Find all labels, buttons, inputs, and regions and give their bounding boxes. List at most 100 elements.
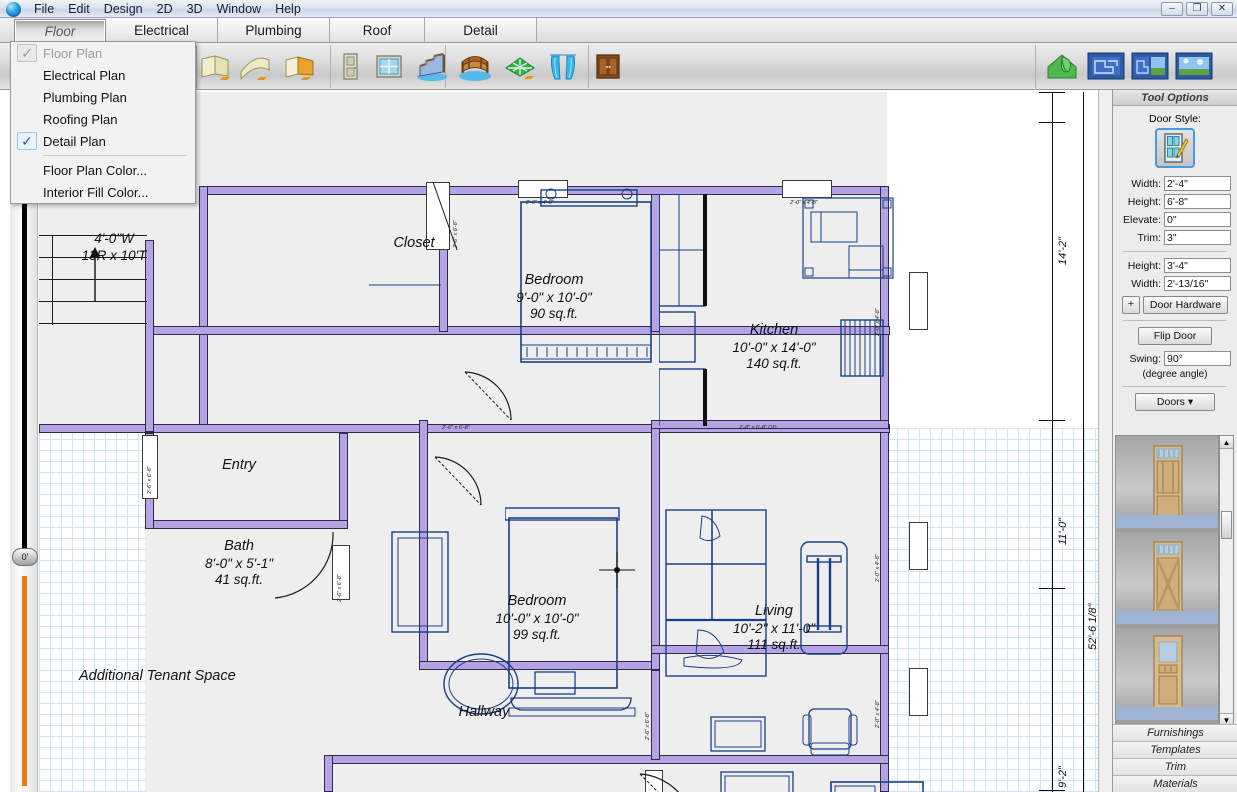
green-house-icon[interactable] bbox=[1042, 47, 1082, 87]
panel-height-row: Height: 3'-4" bbox=[1119, 258, 1231, 273]
tab-plumbing[interactable]: Plumbing bbox=[218, 18, 330, 42]
gallery-scroll-up-button[interactable]: ▲ bbox=[1220, 436, 1233, 449]
wall-bath-right[interactable] bbox=[339, 433, 348, 529]
plan-drawing-area[interactable]: Up 4'-0"W 13R x 10'T Closet Bedroom 9'-0… bbox=[39, 90, 1112, 792]
view-3d-icon[interactable] bbox=[1174, 47, 1214, 87]
menu-design[interactable]: Design bbox=[97, 1, 150, 17]
category-tab-furnishings[interactable]: Furnishings bbox=[1113, 724, 1237, 741]
furniture-headboard[interactable] bbox=[505, 504, 623, 524]
door-trim-input[interactable]: 3" bbox=[1164, 230, 1231, 245]
restore-button[interactable]: ❐ bbox=[1186, 2, 1208, 16]
category-tab-trim[interactable]: Trim bbox=[1113, 758, 1237, 775]
menu-item-detail-plan[interactable]: ✓ Detail Plan bbox=[11, 130, 195, 152]
wall-lower-center[interactable] bbox=[651, 670, 660, 760]
furniture-armchair[interactable] bbox=[801, 705, 859, 763]
category-tab-materials[interactable]: Materials bbox=[1113, 775, 1237, 792]
door-thumbnail-item[interactable] bbox=[1116, 532, 1218, 628]
view-2d-plan-icon[interactable] bbox=[1086, 47, 1126, 87]
window-tool-icon[interactable] bbox=[369, 47, 409, 87]
menu-item-roofing-plan[interactable]: Roofing Plan bbox=[11, 108, 195, 130]
panel-divider bbox=[1123, 251, 1227, 252]
curtain-tool-icon[interactable] bbox=[543, 47, 583, 87]
menu-item-label: Floor Plan bbox=[43, 45, 103, 61]
menu-item-label: Roofing Plan bbox=[43, 111, 118, 127]
wall-tool-icon[interactable] bbox=[196, 47, 236, 87]
furniture-tv[interactable] bbox=[719, 770, 799, 792]
kitchen-cabinets[interactable] bbox=[659, 194, 711, 426]
selection-crosshair[interactable] bbox=[595, 548, 639, 592]
menu-2d[interactable]: 2D bbox=[150, 1, 180, 17]
flooring-tool-icon[interactable] bbox=[500, 47, 540, 87]
door-thumbnail-item[interactable] bbox=[1116, 628, 1218, 724]
door-thumbnail-gallery[interactable] bbox=[1115, 435, 1219, 727]
tab-roof[interactable]: Roof bbox=[330, 18, 425, 42]
stairs-tool-icon[interactable] bbox=[412, 47, 452, 87]
furniture-sectional-sofa[interactable] bbox=[664, 508, 772, 683]
tab-detail[interactable]: Detail bbox=[425, 18, 537, 42]
menu-item-interior-fill-color[interactable]: Interior Fill Color... bbox=[11, 181, 195, 203]
add-door-hardware-button[interactable]: + bbox=[1121, 296, 1140, 314]
menu-help[interactable]: Help bbox=[268, 1, 308, 17]
menu-file[interactable]: File bbox=[27, 1, 61, 17]
panel-width-label: Width: bbox=[1131, 277, 1161, 290]
gallery-scrollbar[interactable]: ▲ ▼ bbox=[1219, 435, 1234, 727]
wall-lower-left[interactable] bbox=[324, 755, 333, 792]
room-label-bath: Bath 8'-0" x 5'-1" 41 sq.ft. bbox=[204, 538, 273, 588]
menu-item-floor-plan[interactable]: ✓ Floor Plan bbox=[11, 42, 195, 64]
checkmark-icon: ✓ bbox=[17, 132, 37, 150]
furniture-kitchen-table[interactable] bbox=[799, 194, 899, 304]
door-style-icon[interactable] bbox=[1155, 128, 1195, 168]
furniture-headboard[interactable] bbox=[539, 186, 639, 214]
menu-window[interactable]: Window bbox=[210, 1, 268, 17]
menu-item-floor-plan-color[interactable]: Floor Plan Color... bbox=[11, 159, 195, 181]
category-tab-templates[interactable]: Templates bbox=[1113, 741, 1237, 758]
doors-category-dropdown[interactable]: Doors ▾ bbox=[1135, 393, 1215, 411]
window-opening[interactable] bbox=[909, 668, 928, 716]
tab-floor[interactable]: Floor bbox=[14, 19, 106, 42]
floor-plan-dropdown-menu[interactable]: ✓ Floor Plan Electrical Plan Plumbing Pl… bbox=[10, 41, 196, 204]
panel-height-input[interactable]: 3'-4" bbox=[1164, 258, 1231, 273]
menu-edit[interactable]: Edit bbox=[61, 1, 97, 17]
thumbnail-floor-strip bbox=[1116, 707, 1218, 720]
furniture-bed[interactable] bbox=[829, 780, 929, 792]
category-tab-list: Furnishings Templates Trim Materials bbox=[1113, 724, 1237, 792]
door-hardware-button[interactable]: Door Hardware bbox=[1142, 296, 1229, 314]
minimize-button[interactable]: – bbox=[1161, 2, 1183, 16]
wall-center-bedroom-right[interactable] bbox=[651, 420, 660, 670]
panel-width-input[interactable]: 2'-13/16" bbox=[1164, 276, 1231, 291]
room-label-closet: Closet bbox=[393, 235, 435, 251]
door-width-input[interactable]: 2'-4" bbox=[1164, 176, 1231, 191]
elevation-slider-handle[interactable]: 0' bbox=[12, 548, 38, 566]
window-opening[interactable] bbox=[909, 272, 928, 330]
door-thumbnail-item[interactable] bbox=[1116, 436, 1218, 532]
wall-exterior-left-upper[interactable] bbox=[199, 186, 208, 430]
app-orb-icon[interactable] bbox=[6, 1, 21, 17]
checkmark-cell: ✓ bbox=[11, 44, 43, 62]
menu-item-plumbing-plan[interactable]: Plumbing Plan bbox=[11, 86, 195, 108]
furniture-dresser[interactable] bbox=[390, 530, 452, 638]
menu-item-label: Interior Fill Color... bbox=[43, 184, 149, 200]
canvas-vertical-scrollbar[interactable] bbox=[1098, 90, 1112, 792]
window-opening[interactable] bbox=[909, 522, 928, 570]
elevation-track-lower bbox=[22, 576, 27, 786]
view-split-icon[interactable] bbox=[1130, 47, 1170, 87]
cabinet-tool-icon[interactable] bbox=[588, 47, 628, 87]
door-tool-icon[interactable] bbox=[330, 47, 370, 87]
swing-input[interactable]: 90° bbox=[1164, 351, 1231, 366]
gallery-scroll-thumb[interactable] bbox=[1221, 511, 1232, 539]
menu-item-electrical-plan[interactable]: Electrical Plan bbox=[11, 64, 195, 86]
dimension-label: 9'-2" bbox=[1057, 766, 1069, 788]
room-tool-icon[interactable] bbox=[280, 47, 320, 87]
tab-electrical[interactable]: Electrical bbox=[106, 18, 218, 42]
door-width-row: Width: 2'-4" bbox=[1119, 176, 1231, 191]
menu-3d[interactable]: 3D bbox=[180, 1, 210, 17]
curved-wall-tool-icon[interactable] bbox=[235, 47, 275, 87]
furniture-coffee-table[interactable] bbox=[709, 715, 769, 755]
close-button[interactable]: ✕ bbox=[1211, 2, 1233, 16]
stairs-width-label: 4'-0"W 13R x 10'T bbox=[81, 231, 147, 263]
flip-door-button[interactable]: Flip Door bbox=[1138, 327, 1212, 345]
door-elevate-input[interactable]: 0" bbox=[1164, 212, 1231, 227]
deck-tool-icon[interactable] bbox=[455, 47, 495, 87]
door-height-input[interactable]: 6'-8" bbox=[1164, 194, 1231, 209]
closet-shelf[interactable] bbox=[369, 190, 441, 330]
